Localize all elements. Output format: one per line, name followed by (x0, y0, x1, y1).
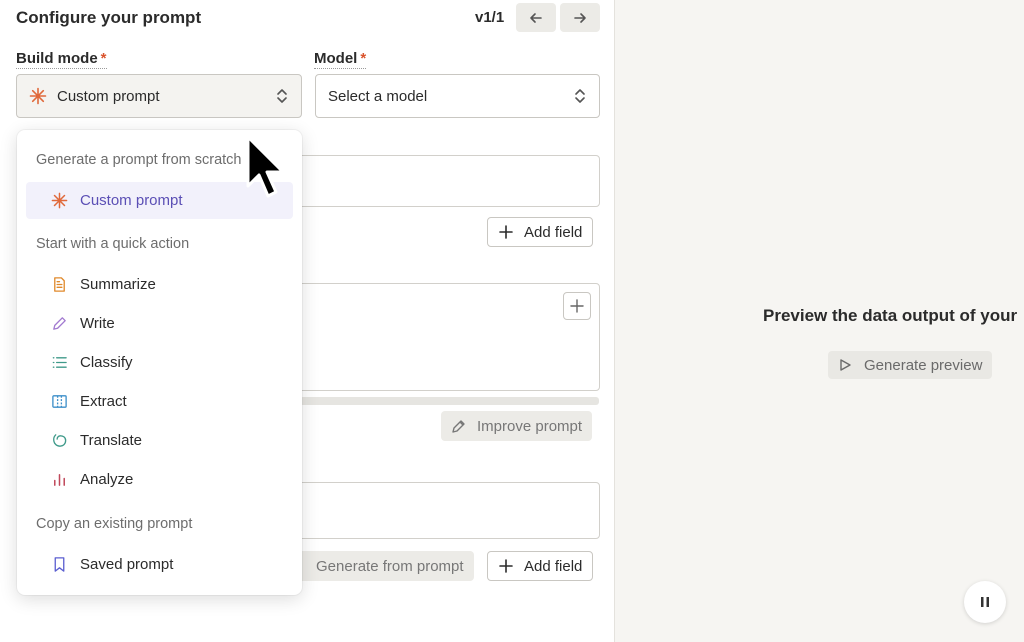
option-saved-prompt[interactable]: Saved prompt (26, 546, 293, 583)
add-field-button[interactable]: Add field (487, 217, 594, 247)
arrow-left-icon (530, 12, 542, 23)
model-select[interactable]: Select a model (315, 74, 600, 118)
improve-prompt-button[interactable]: Improve prompt (441, 411, 593, 441)
play-icon (840, 359, 851, 371)
model-label: Model * (314, 50, 367, 69)
option-analyze[interactable]: Analyze (26, 461, 293, 498)
plus-icon (570, 299, 584, 313)
bar-chart-icon (54, 474, 65, 486)
option-summarize[interactable]: Summarize (26, 266, 293, 303)
prompt-scrollbar[interactable] (300, 397, 599, 405)
insert-variable-button[interactable] (563, 292, 591, 320)
extract-icon (52, 395, 67, 408)
input-field-box[interactable] (290, 155, 600, 207)
section-quick-label: Start with a quick action (36, 236, 190, 252)
asterisk-icon (29, 87, 47, 105)
list-icon (52, 357, 67, 368)
option-translate[interactable]: Translate (26, 422, 293, 459)
plus-icon (499, 225, 513, 239)
preview-message: Preview the data output of your (763, 306, 1018, 325)
section-copy-label: Copy an existing prompt (36, 516, 193, 532)
section-generate-label: Generate a prompt from scratch (36, 152, 242, 168)
option-classify[interactable]: Classify (26, 344, 293, 381)
option-write[interactable]: Write (26, 305, 293, 342)
bookmark-icon (54, 557, 65, 572)
build-mode-value: Custom prompt (57, 87, 160, 105)
build-mode-label: Build mode * (16, 50, 107, 69)
arrow-right-icon (574, 12, 586, 23)
add-field-button-2[interactable]: Add field (487, 551, 594, 581)
plus-icon (499, 559, 513, 573)
generate-preview-button[interactable]: Generate preview (828, 351, 993, 379)
pencil-icon (53, 317, 66, 330)
chevron-up-down-icon (575, 89, 585, 103)
model-placeholder: Select a model (328, 87, 428, 105)
prompt-textarea[interactable] (290, 283, 600, 391)
chevron-up-down-icon (277, 89, 287, 103)
previous-version-button[interactable] (516, 3, 556, 32)
document-icon (54, 277, 65, 292)
version-indicator: v1/1 (475, 9, 505, 26)
configure-panel: Configure your prompt v1/1 Build mode * M… (0, 0, 615, 642)
mouse-cursor-icon (246, 135, 285, 198)
pause-button[interactable] (964, 581, 1006, 623)
output-field-box[interactable] (290, 482, 600, 539)
pencil-sparkle-icon (452, 420, 465, 433)
generate-from-prompt-button[interactable]: Generate from prompt (290, 551, 474, 581)
page-title: Configure your prompt (16, 8, 202, 27)
option-extract[interactable]: Extract (26, 383, 293, 420)
next-version-button[interactable] (560, 3, 600, 32)
translate-icon (53, 434, 67, 447)
pause-icon (981, 597, 989, 607)
asterisk-icon (51, 192, 68, 209)
build-mode-select[interactable]: Custom prompt (16, 74, 302, 118)
